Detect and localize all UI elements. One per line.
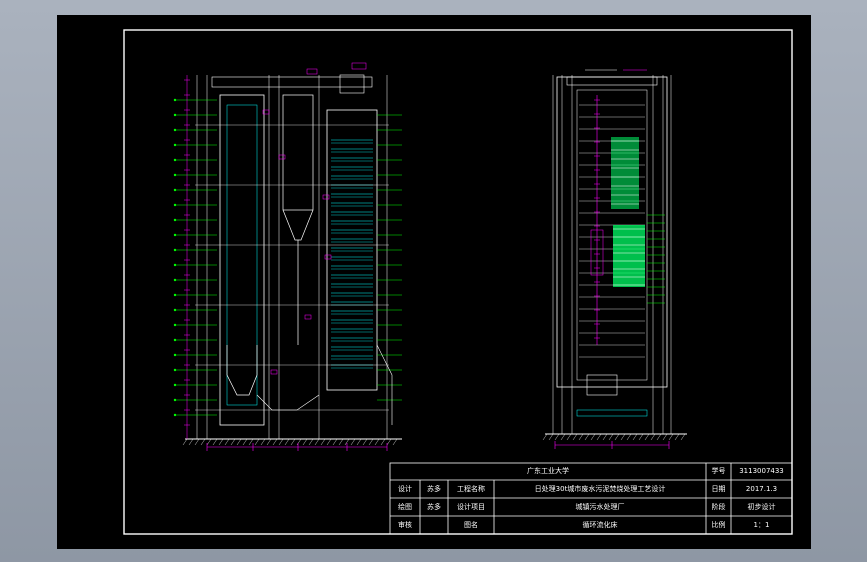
student-no-label: 学号	[711, 467, 726, 475]
date-label: 日期	[711, 484, 726, 493]
stage-label: 阶段	[711, 502, 726, 511]
drawing-name: 循环流化床	[582, 520, 618, 529]
sheet-border	[123, 29, 793, 535]
drawing-name-label: 图名	[464, 520, 478, 529]
project-name: 日处理30t城市废水污泥焚烧处理工艺设计	[534, 484, 666, 493]
date-value: 2017.1.3	[745, 484, 778, 493]
reviewer-label: 审核	[398, 520, 412, 529]
student-no: 3113007433	[739, 467, 784, 475]
scale-value: 1：1	[753, 520, 770, 529]
reviewer-name	[420, 516, 448, 534]
designer-name: 苏多	[427, 484, 441, 493]
boiler-front-elevation	[173, 62, 402, 451]
stage-value: 初步设计	[747, 502, 776, 511]
design-item-label: 设计项目	[457, 502, 485, 511]
school-name: 广东工业大学	[527, 467, 569, 475]
cad-viewport[interactable]: 广东工业大学 学号 3113007433 设计 苏多 工程名称 日处理30t城市…	[57, 15, 811, 549]
drafter-label: 绘图	[398, 502, 412, 511]
designer-label: 设计	[398, 484, 412, 493]
drafter-name: 苏多	[427, 502, 441, 511]
project-name-label: 工程名称	[457, 484, 485, 493]
boiler-side-elevation	[542, 69, 687, 449]
scale-label: 比例	[711, 520, 726, 529]
design-item: 城镇污水处理厂	[575, 502, 625, 511]
